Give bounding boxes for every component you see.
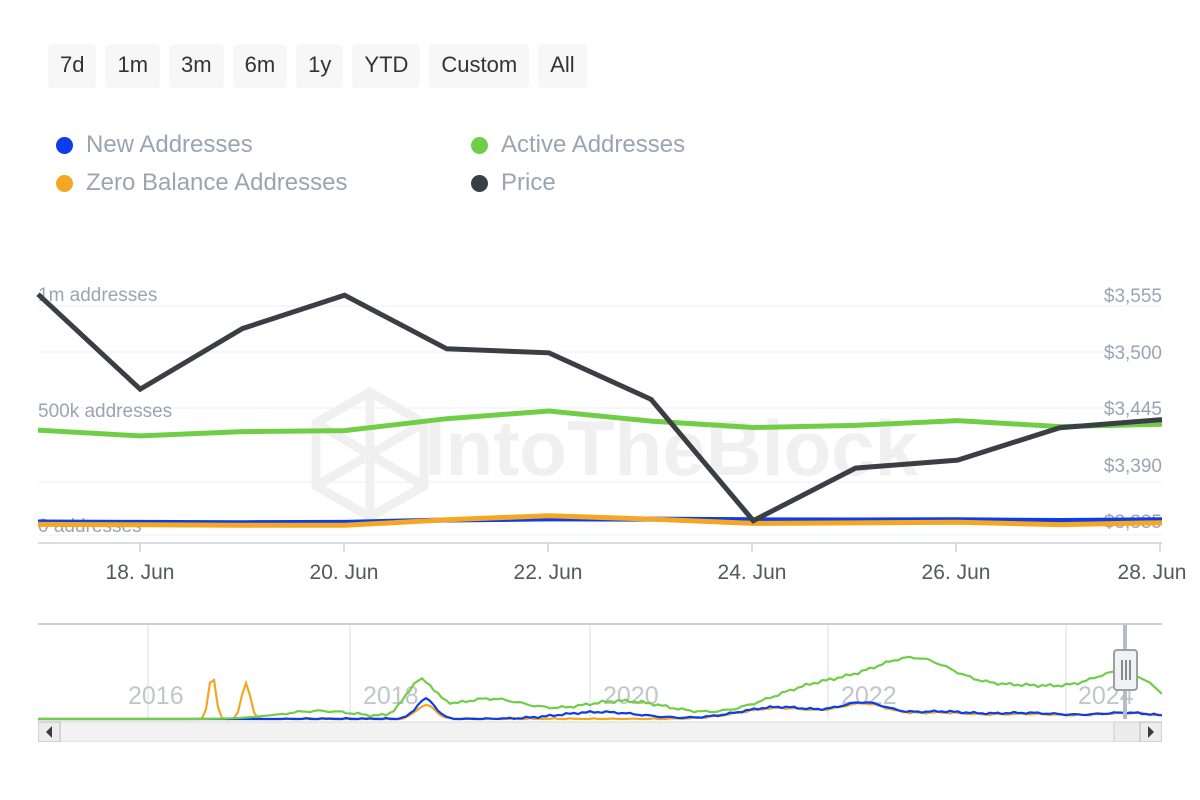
right-axis-tick-3555: $3,555 [1104, 286, 1162, 307]
navigator-handle-right[interactable] [1113, 649, 1138, 691]
chart-navigator[interactable]: 2016 2018 2020 2022 2024 [38, 622, 1162, 742]
range-button-1m[interactable]: 1m [105, 44, 161, 88]
legend-label-new-addresses: New Addresses [86, 131, 253, 158]
right-axis-tick-3500: $3,500 [1104, 343, 1162, 364]
navigator-canvas[interactable]: 2016 2018 2020 2022 2024 [38, 622, 1162, 742]
right-axis-tick-3445: $3,445 [1104, 399, 1162, 420]
scrollbar-track[interactable] [38, 721, 1162, 742]
legend-item-price[interactable]: Price [471, 169, 756, 197]
chart-canvas: IntoTheBlock 1m addresses 500k addresses… [36, 285, 1187, 584]
navigator-year-2020: 2020 [603, 682, 659, 710]
x-axis-label-24-jun: 24. Jun [718, 561, 787, 584]
chart-legend: New Addresses Active Addresses Zero Bala… [56, 131, 756, 197]
range-button-7d[interactable]: 7d [48, 44, 97, 88]
range-button-custom[interactable]: Custom [429, 44, 530, 88]
legend-item-active-addresses[interactable]: Active Addresses [471, 131, 756, 159]
legend-item-new-addresses[interactable]: New Addresses [56, 131, 471, 159]
legend-dot-icon-zero-balance-addresses [56, 174, 73, 192]
legend-dot-icon-active-addresses [471, 136, 488, 154]
left-axis-tick-500k: 500k addresses [38, 401, 172, 422]
main-chart[interactable]: IntoTheBlock 1m addresses 500k addresses… [0, 260, 1200, 600]
range-button-all[interactable]: All [538, 44, 587, 88]
left-axis-tick-1m: 1m addresses [38, 285, 157, 306]
legend-dot-icon-price [471, 174, 488, 192]
x-axis-label-20-jun: 20. Jun [310, 561, 379, 584]
range-button-ytd[interactable]: YTD [352, 44, 421, 88]
range-button-3m[interactable]: 3m [169, 44, 224, 88]
x-axis-ticks [139, 543, 1161, 552]
x-axis-label-22-jun: 22. Jun [514, 561, 583, 584]
legend-label-price: Price [501, 169, 556, 196]
range-selector[interactable]: 7d 1m 3m 6m 1y YTD Custom All [48, 44, 587, 88]
intotheblock-logo-icon [311, 386, 429, 523]
x-axis-label-18-jun: 18. Jun [106, 561, 175, 584]
legend-dot-icon-new-addresses [56, 136, 73, 154]
legend-item-zero-balance-addresses[interactable]: Zero Balance Addresses [56, 169, 471, 197]
x-axis-label-26-jun: 26. Jun [922, 561, 991, 584]
navigator-year-2018: 2018 [363, 682, 419, 710]
legend-label-active-addresses: Active Addresses [501, 131, 686, 158]
legend-label-zero-balance-addresses: Zero Balance Addresses [86, 169, 348, 196]
right-axis-tick-3390: $3,390 [1104, 456, 1162, 477]
navigator-year-2016: 2016 [128, 682, 184, 710]
range-button-1y[interactable]: 1y [296, 44, 344, 88]
navigator-scrollbar[interactable] [38, 721, 1162, 742]
range-button-6m[interactable]: 6m [232, 44, 288, 88]
watermark: IntoTheBlock [311, 386, 919, 523]
x-axis-label-28-jun: 28. Jun [1118, 561, 1187, 584]
navigator-series [38, 655, 1162, 721]
